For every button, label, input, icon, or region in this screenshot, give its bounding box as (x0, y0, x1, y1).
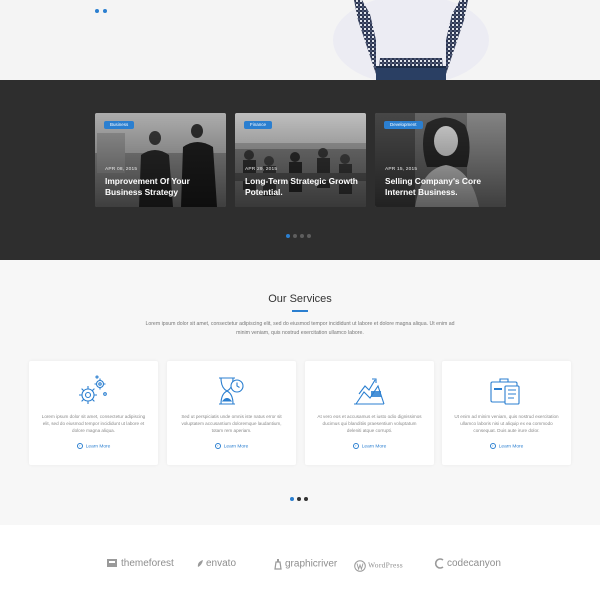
learn-more-link[interactable]: › Learn More (167, 443, 296, 449)
learn-more-label: Learn More (498, 444, 524, 450)
blog-carousel-dots (286, 225, 314, 238)
arrow-right-icon: › (489, 443, 496, 449)
carousel-dot[interactable] (293, 234, 297, 238)
partner-logos-section: themeforest envato graphicriver WordPres… (0, 525, 600, 600)
carousel-dot-active[interactable] (290, 497, 294, 501)
category-badge[interactable]: Finance (244, 121, 273, 129)
carousel-dot-active[interactable] (286, 234, 290, 238)
logo-text: WordPress (368, 560, 404, 570)
growth-chart-icon (354, 378, 385, 405)
carousel-dot[interactable] (307, 234, 311, 238)
learn-more-link[interactable]: › Learn More (442, 443, 571, 449)
briefcase-clipboard-icon (490, 378, 520, 405)
learn-more-label: Learn More (223, 444, 249, 450)
post-date: APR 15, 2015 (385, 167, 418, 172)
logo-text: codecanyon (447, 558, 501, 570)
service-description: Ut enim ad minim veniam, quis nostrud ex… (454, 414, 559, 433)
service-description: Sed ut perspiciatis unde omnis iste natu… (181, 414, 282, 433)
logo-themeforest[interactable]: themeforest (107, 558, 174, 569)
post-title[interactable]: Improvement Of Your Business Strategy (105, 176, 225, 198)
post-title[interactable]: Selling Company's Core Internet Business… (385, 176, 505, 198)
logo-codecanyon[interactable]: codecanyon (434, 558, 501, 569)
hourglass-clock-icon (219, 377, 244, 405)
logo-graphicriver[interactable]: graphicriver (273, 558, 337, 570)
service-card[interactable]: Ut enim ad minim veniam, quis nostrud ex… (442, 361, 571, 465)
services-carousel-dots (290, 488, 311, 506)
graphicriver-pen-icon (274, 559, 282, 570)
hero-slider-dots[interactable] (95, 0, 117, 13)
gears-icon (79, 375, 107, 404)
envato-leaf-icon (197, 559, 203, 567)
title-underline (292, 310, 308, 312)
codecanyon-icon (434, 558, 444, 569)
post-date: APR 29, 2015 (245, 167, 278, 172)
carousel-dot[interactable] (297, 497, 301, 501)
services-section: Our Services Lorem ipsum dolor sit amet,… (0, 260, 600, 525)
logo-text: themeforest (121, 558, 174, 569)
arrow-right-icon: › (214, 443, 221, 449)
logo-wordpress[interactable]: WordPress (354, 560, 403, 572)
blog-carousel-section: Business APR 08, 2015 Improvement Of You… (0, 80, 600, 260)
wordpress-w-icon (354, 560, 366, 572)
service-card[interactable]: At vero eos et accusamus et iusto odio d… (305, 361, 434, 465)
service-description: Lorem ipsum dolor sit amet, consectetur … (41, 414, 146, 433)
learn-more-label: Learn More (361, 444, 387, 450)
learn-more-link[interactable]: › Learn More (29, 443, 158, 449)
carousel-dot[interactable] (300, 234, 304, 238)
hero-section (0, 0, 600, 80)
service-card[interactable]: Lorem ipsum dolor sit amet, consectetur … (29, 361, 158, 465)
blog-card[interactable]: Finance APR 29, 2015 Long-Term Strategic… (235, 113, 366, 207)
category-badge[interactable]: Development (384, 121, 423, 129)
blog-card[interactable]: Business APR 08, 2015 Improvement Of You… (95, 113, 226, 207)
carousel-dot[interactable] (304, 497, 308, 501)
page: Business APR 08, 2015 Improvement Of You… (0, 0, 600, 600)
section-intro: Lorem ipsum dolor sit amet, consectetur … (145, 321, 455, 336)
logo-text: envato (206, 558, 237, 569)
hero-person-image (333, 0, 489, 80)
learn-more-label: Learn More (85, 444, 111, 450)
logo-envato[interactable]: envato (197, 558, 236, 569)
category-badge[interactable]: Business (104, 121, 135, 129)
blog-card[interactable]: Development APR 15, 2015 Selling Company… (375, 113, 506, 207)
post-title[interactable]: Long-Term Strategic Growth Potential. (245, 176, 365, 198)
section-title: Our Services (268, 293, 332, 305)
post-date: APR 08, 2015 (105, 167, 138, 172)
arrow-right-icon: › (352, 443, 359, 449)
service-card[interactable]: Sed ut perspiciatis unde omnis iste natu… (167, 361, 296, 465)
service-description: At vero eos et accusamus et iusto odio d… (317, 414, 422, 433)
themeforest-logo-icon (107, 559, 117, 568)
learn-more-link[interactable]: › Learn More (305, 443, 434, 449)
arrow-right-icon: › (76, 443, 83, 449)
logo-text: graphicriver (285, 558, 338, 570)
